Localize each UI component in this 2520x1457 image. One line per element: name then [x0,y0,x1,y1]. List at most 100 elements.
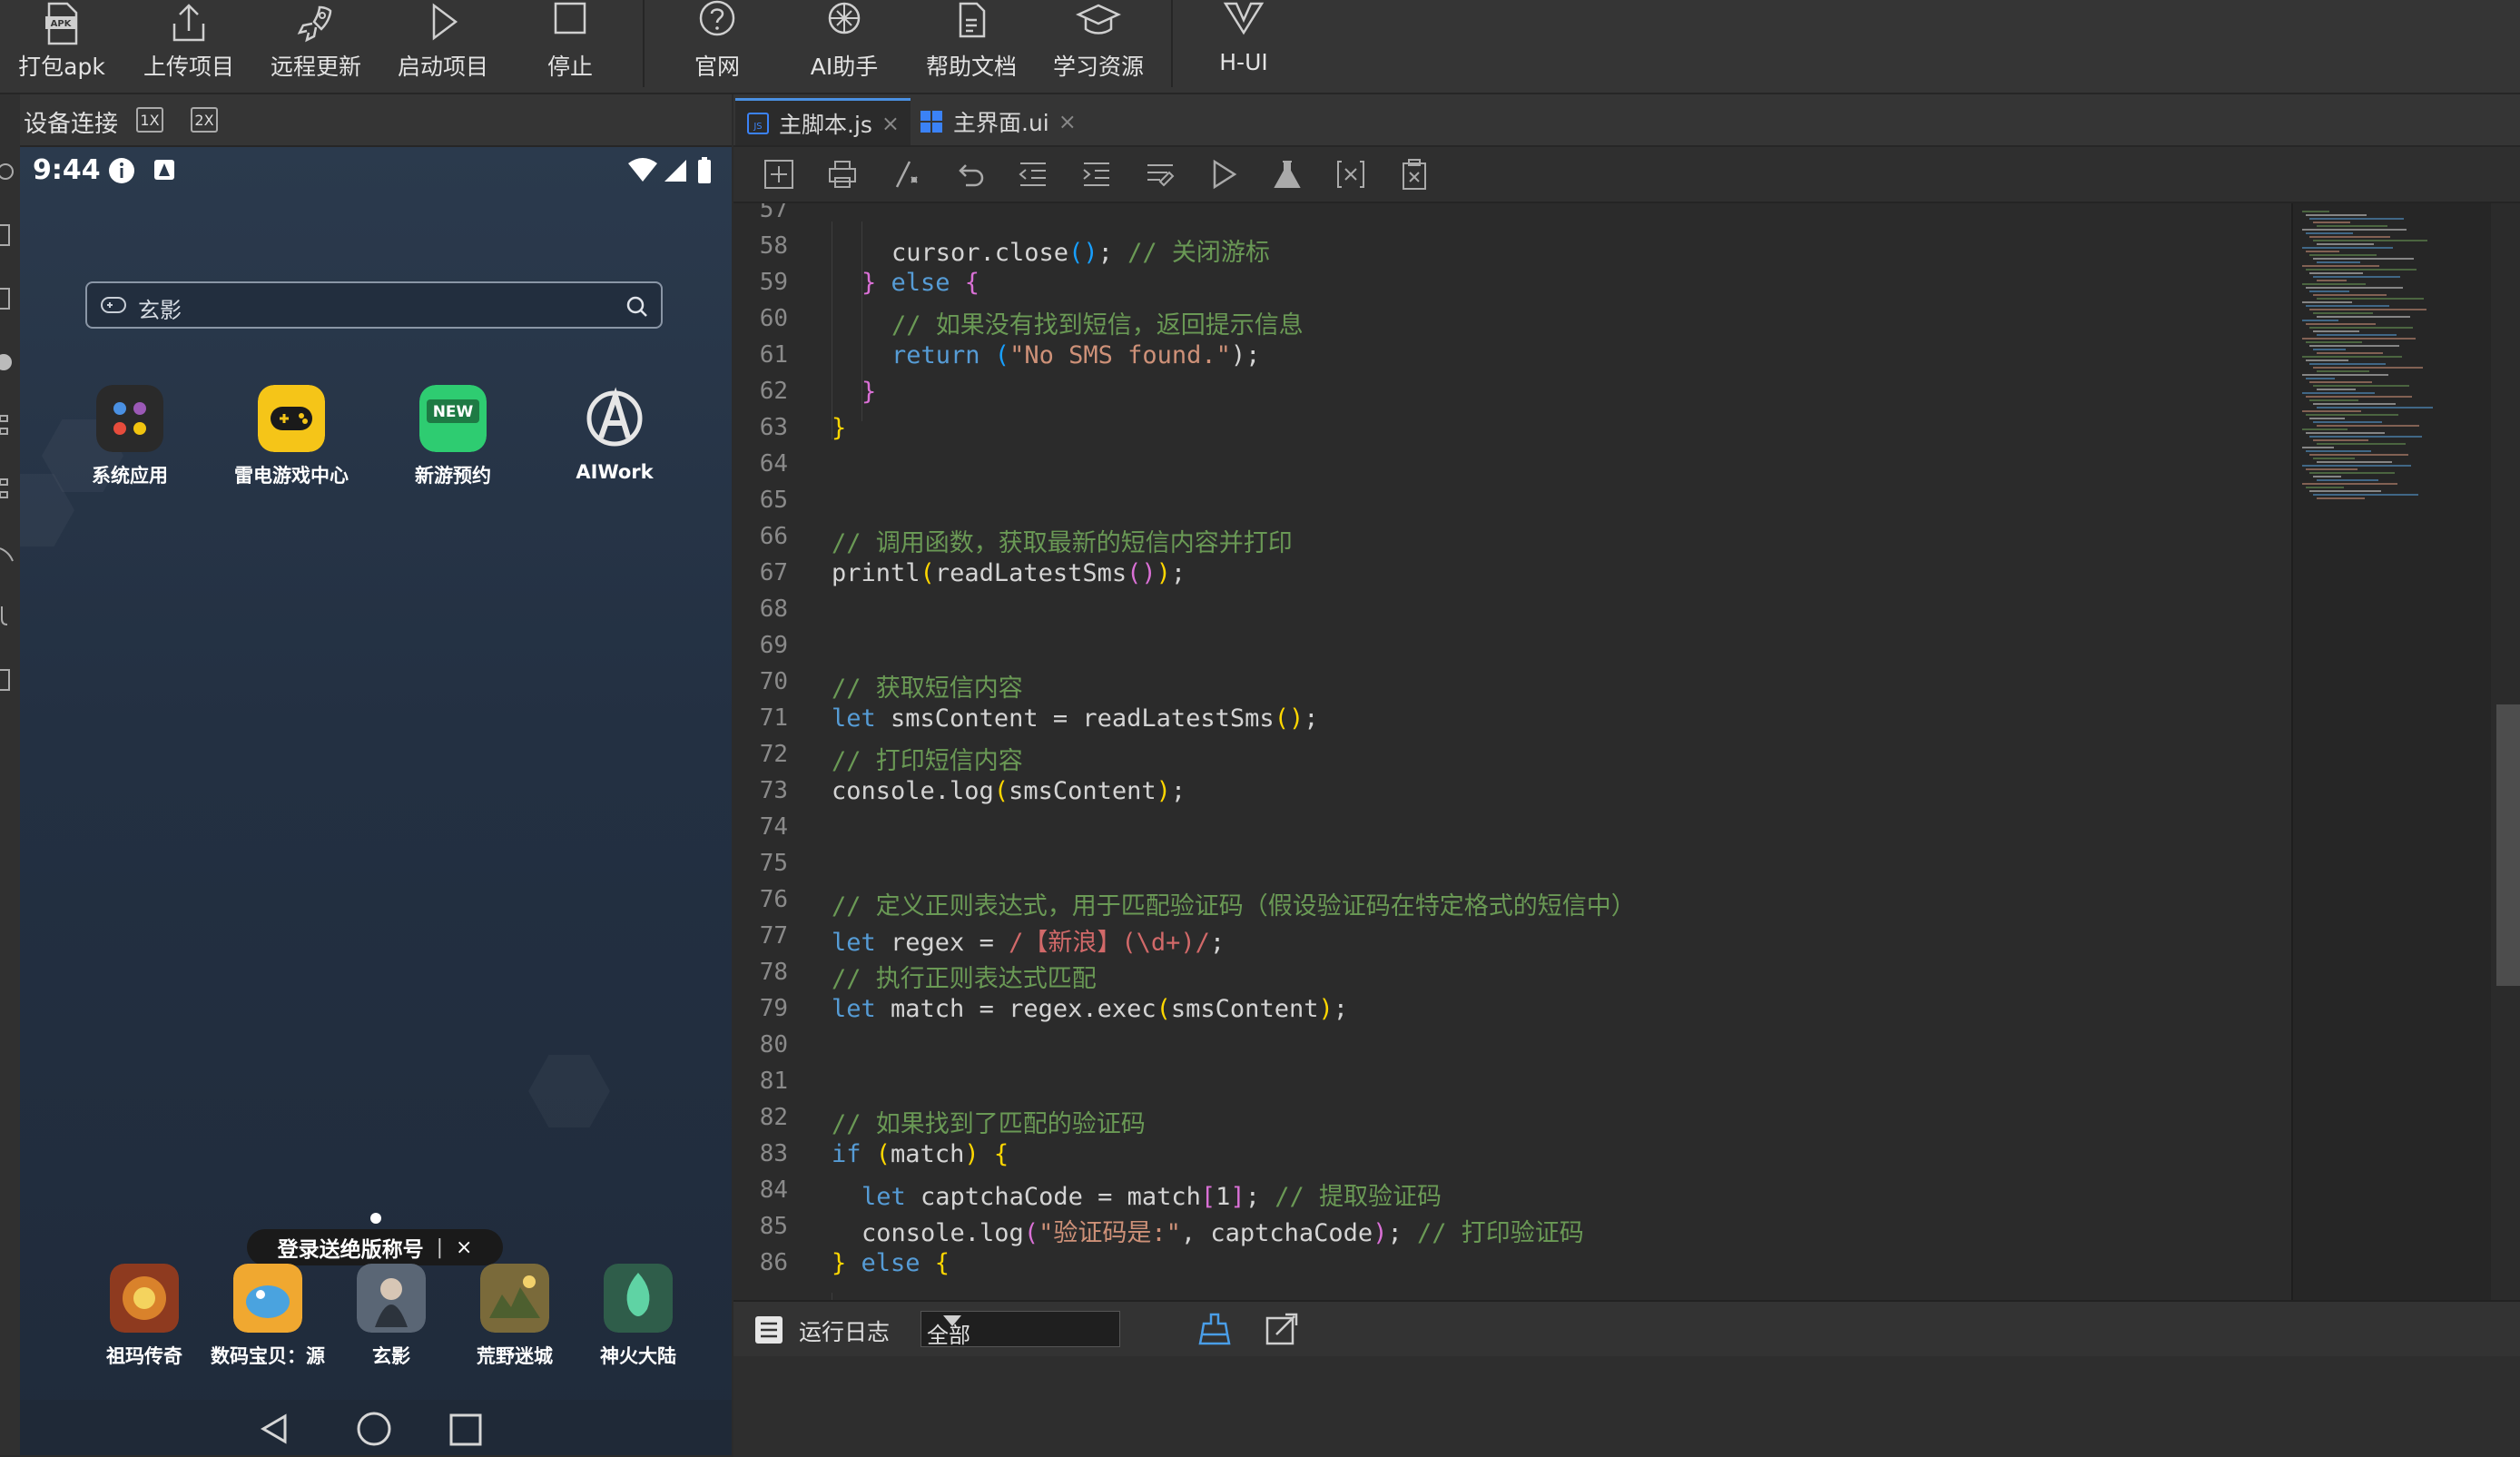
search-text: 玄影 [138,298,182,323]
dock-app-wild-city[interactable]: 荒野迷城 [456,1264,574,1382]
minimap-line [2317,298,2424,300]
chevron-down-icon[interactable] [940,1313,964,1329]
new-badge-icon: NEW [419,385,487,452]
game-zuma-icon [110,1264,179,1333]
vertical-scrollbar-thumb[interactable] [2496,704,2520,986]
code-line-61: return ("No SMS found."); [891,341,1261,369]
rocket-icon [297,5,332,43]
minimap-line [2302,447,2334,448]
minimap-line [2309,381,2372,383]
run-log-panel: 运行日志 全部 [733,1300,2520,1457]
toolbar-separator [643,0,645,87]
back-nav-icon[interactable] [258,1413,290,1445]
minimap-line [2302,465,2411,467]
device-connection-title[interactable]: 设备连接 [24,105,118,139]
search-icon[interactable] [625,294,650,320]
zoom-1x-button[interactable]: 1X [136,107,163,133]
toast-separator: | [436,1235,443,1259]
minimap-line [2317,497,2365,499]
minimap-line [2317,225,2387,227]
app-game-center[interactable]: 雷电游戏中心 [223,385,359,494]
dock-app-zuma[interactable]: 祖玛传奇 [85,1264,203,1382]
clear-button[interactable] [1396,156,1432,192]
minimap-line [2317,443,2406,445]
minimap-line [2306,232,2353,234]
indent-button[interactable] [1078,156,1115,192]
tab-close-button[interactable]: × [881,111,900,136]
run-button[interactable] [1206,156,1242,192]
code-minimap[interactable] [2291,203,2493,1300]
test-button[interactable] [1269,156,1305,192]
phone-screen[interactable]: 9:44 玄影 系统应用 雷电游戏中心 NEW 新游预约 AIWork 登录送绝… [20,147,732,1455]
palette-icon[interactable] [0,349,20,376]
format-button[interactable] [1142,156,1178,192]
tab-main-ui[interactable]: 主界面.ui × [908,98,1088,145]
app-label: 新游预约 [415,465,491,487]
line-number: 85 [759,1213,788,1240]
tab-label: 主脚本.js [779,111,872,138]
list-icon[interactable] [0,476,20,503]
variables-button[interactable] [1333,156,1369,192]
minimap-line [2313,312,2373,314]
dock-app-fire-continent[interactable]: 神火大陆 [579,1264,697,1382]
doc-icon[interactable] [0,285,20,312]
line-number: 80 [759,1031,788,1058]
new-file-button[interactable] [761,156,797,192]
minimap-line [2302,247,2393,249]
minimap-line [2317,280,2347,281]
dock-app-xuanying[interactable]: 玄影 [332,1264,450,1382]
code-editor[interactable]: 57 58 59 60 61 62 63 64 65 66 67 68 69 70 71 72 73 74 75 76… [733,203,2291,1300]
code-line-66: // 调用函数，获取最新的短信内容并打印 [832,529,1293,557]
print-button[interactable] [824,156,861,192]
tab-main-script[interactable]: JS 主脚本.js × [735,98,911,145]
promo-toast[interactable]: 登录送绝版称号 | × [247,1229,503,1265]
minimap-line [2302,392,2375,394]
official-site-button[interactable]: 官网 [663,0,772,91]
grid-icon[interactable] [0,412,20,439]
wifi-icon[interactable] [0,539,20,566]
toolbar-label: AI助手 [810,54,879,80]
recents-nav-icon[interactable] [448,1413,483,1447]
undo-button[interactable] [951,156,988,192]
app-system-apps[interactable]: 系统应用 [62,385,198,494]
usb-icon[interactable] [0,603,20,630]
minimap-line [2306,450,2371,452]
stop-button[interactable]: 停止 [516,0,625,91]
toolbar-label: 学习资源 [1052,54,1144,80]
clear-log-icon[interactable] [1196,1311,1233,1347]
svg-text:APK: APK [51,19,73,29]
outdent-button[interactable] [1015,156,1051,192]
help-docs-button[interactable]: 帮助文档 [917,0,1026,91]
h-ui-button[interactable]: H-UI [1189,0,1298,91]
dock-app-digimon[interactable]: 数码宝贝：源 [209,1264,327,1382]
learning-resources-button[interactable]: 学习资源 [1044,0,1153,91]
upload-project-button[interactable]: 上传项目 [134,0,243,91]
zoom-2x-button[interactable]: 2X [191,107,218,133]
editor-tab-bar: JS 主脚本.js × 主界面.ui × [733,94,2520,147]
start-project-button[interactable]: 启动项目 [389,0,497,91]
ai-assistant-button[interactable]: AI助手 [790,0,899,91]
sync-icon[interactable] [0,158,20,185]
toast-close-button[interactable]: × [456,1236,472,1259]
app-new-games[interactable]: NEW 新游预约 [385,385,521,494]
line-number: 58 [759,232,788,260]
editor-area: JS 主脚本.js × 主界面.ui × 57 58 59 60 61 62 6… [733,94,2520,1457]
ai-knot-icon [828,2,861,34]
file-icon[interactable] [0,222,20,249]
gamepad-app-icon [258,385,325,452]
tab-close-button[interactable]: × [1058,109,1077,134]
minimap-line [2317,316,2410,318]
minimap-line [2309,472,2395,474]
build-apk-button[interactable]: APK 打包apk [7,0,116,91]
comment-button[interactable] [888,156,924,192]
home-nav-icon[interactable] [356,1411,392,1447]
device-panel-header: 设备连接 1X 2X [20,94,732,147]
export-log-icon[interactable] [1264,1311,1300,1347]
script-icon[interactable] [0,666,20,694]
search-bar[interactable]: 玄影 [85,281,663,329]
remote-update-button[interactable]: 远程更新 [261,0,370,91]
app-aiwork[interactable]: AIWork [546,385,683,494]
minimap-line [2309,254,2377,256]
toolbar-label: 远程更新 [270,54,361,80]
minimap-line [2306,287,2403,289]
